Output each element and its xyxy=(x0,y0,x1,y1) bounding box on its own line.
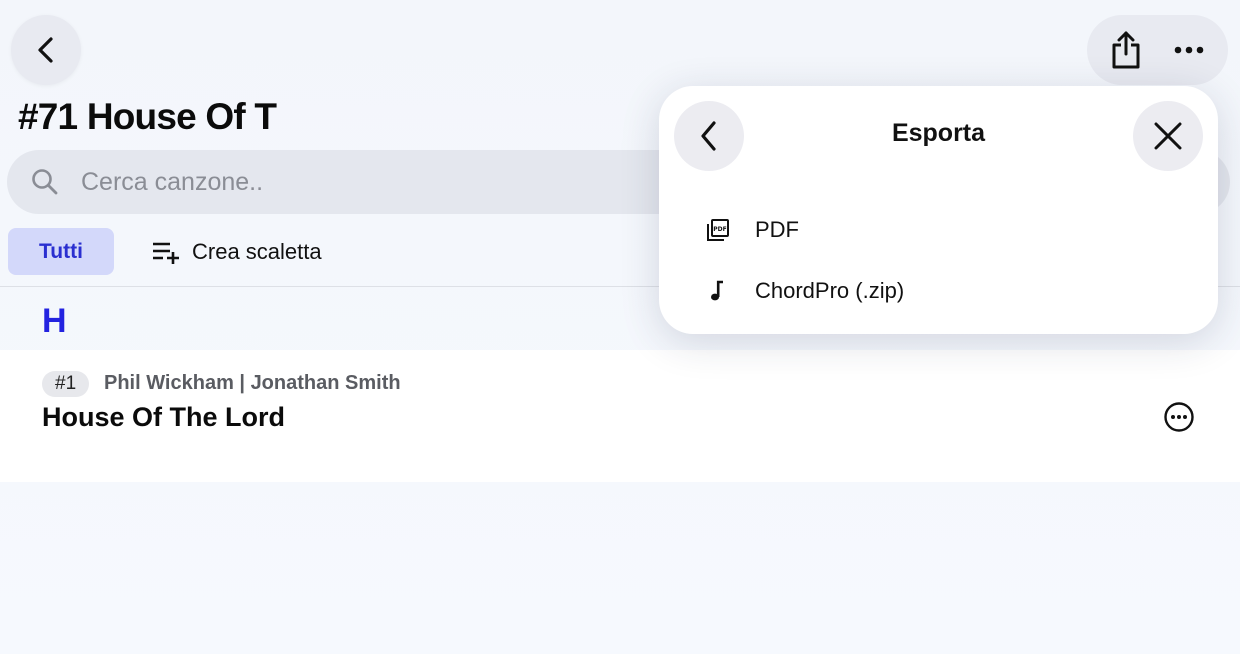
close-icon xyxy=(1154,122,1182,150)
create-setlist-label: Crea scaletta xyxy=(192,238,322,264)
app-window: #71 House Of T Tutti Crea scaletta H #1 … xyxy=(0,0,1240,654)
export-chordpro-item[interactable]: ChordPro (.zip) xyxy=(705,269,1175,313)
song-number-badge: #1 xyxy=(42,371,90,397)
song-artist: Phil Wickham | Jonathan Smith xyxy=(104,372,401,394)
popover-close-button[interactable] xyxy=(1133,101,1203,171)
chevron-left-icon xyxy=(38,37,53,63)
page-title: #71 House Of T xyxy=(18,96,277,137)
song-options-button[interactable] xyxy=(1163,401,1195,433)
create-setlist-button[interactable]: Crea scaletta xyxy=(152,228,322,275)
filter-all-chip[interactable]: Tutti xyxy=(8,228,114,275)
svg-text:PDF: PDF xyxy=(713,226,726,233)
song-row[interactable]: #1 Phil Wickham | Jonathan Smith House O… xyxy=(0,350,1240,482)
share-button[interactable] xyxy=(1096,20,1156,80)
export-chordpro-label: ChordPro (.zip) xyxy=(755,278,905,303)
pdf-icon: PDF xyxy=(705,217,731,243)
more-circle-icon xyxy=(1164,402,1194,432)
export-pdf-item[interactable]: PDF PDF xyxy=(705,208,1175,252)
song-title: House Of The Lord xyxy=(42,402,285,432)
music-note-icon xyxy=(705,278,731,304)
section-header-letter: H xyxy=(42,302,67,340)
more-button[interactable] xyxy=(1159,20,1219,80)
search-icon xyxy=(32,169,58,195)
search-input[interactable] xyxy=(81,167,641,197)
back-button[interactable] xyxy=(11,15,81,85)
export-popover: Esporta PDF PDF ChordPro (.zip) xyxy=(659,86,1218,334)
more-horizontal-icon xyxy=(1174,46,1204,54)
export-pdf-label: PDF xyxy=(755,217,799,242)
share-icon xyxy=(1112,31,1140,69)
top-actions xyxy=(1087,15,1228,85)
playlist-add-icon xyxy=(153,242,179,264)
